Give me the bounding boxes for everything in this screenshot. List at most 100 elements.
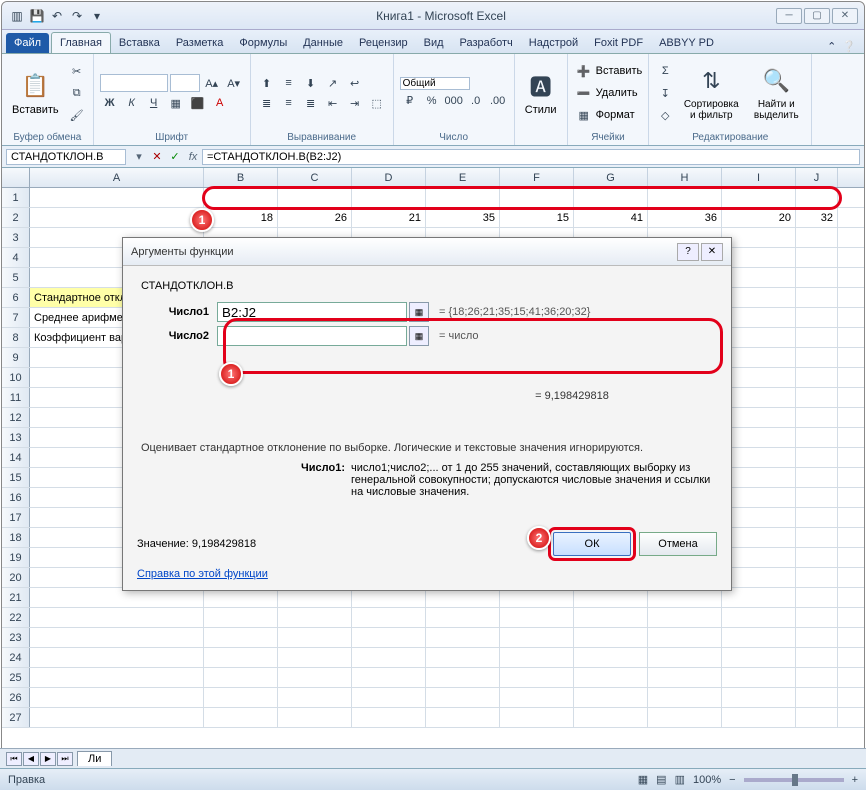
cell[interactable] [796,408,838,427]
cell[interactable] [722,648,796,667]
sheet-nav-next-icon[interactable]: ▶ [40,752,56,766]
row-header[interactable]: 17 [2,508,30,527]
cell[interactable] [722,608,796,627]
cell[interactable] [722,548,796,567]
tab-layout[interactable]: Разметка [168,33,232,53]
cell[interactable] [426,708,500,727]
cell[interactable]: 18 [204,208,278,227]
cell[interactable] [722,408,796,427]
cell[interactable]: 15 [500,208,574,227]
sheet-nav-prev-icon[interactable]: ◀ [23,752,39,766]
increase-indent-icon[interactable]: ⇥ [345,94,365,112]
cell[interactable]: 21 [352,208,426,227]
cell[interactable] [500,628,574,647]
cell[interactable] [796,448,838,467]
cell[interactable] [722,488,796,507]
cell[interactable] [648,648,722,667]
redo-icon[interactable]: ↷ [68,7,86,25]
col-header[interactable]: C [278,168,352,187]
close-button[interactable]: ✕ [832,8,858,24]
row-header[interactable]: 19 [2,548,30,567]
border-icon[interactable]: ▦ [166,94,186,112]
cell[interactable] [426,628,500,647]
autosum-icon[interactable]: Σ [655,62,675,80]
cell[interactable] [796,228,838,247]
row-header[interactable]: 24 [2,648,30,667]
row-header[interactable]: 16 [2,488,30,507]
cell[interactable] [722,628,796,647]
cell[interactable] [352,628,426,647]
view-normal-icon[interactable]: ▦ [638,773,648,786]
cell[interactable] [796,308,838,327]
row-header[interactable]: 8 [2,328,30,347]
row-header[interactable]: 10 [2,368,30,387]
tab-home[interactable]: Главная [51,32,111,53]
cell[interactable] [796,508,838,527]
align-bottom-icon[interactable]: ⬇ [301,74,321,92]
cell[interactable] [796,368,838,387]
cell[interactable] [500,608,574,627]
dialog-close-icon[interactable]: ✕ [701,243,723,261]
format-cells-icon[interactable]: ▦ [574,106,594,124]
cell[interactable] [352,708,426,727]
cell[interactable] [796,668,838,687]
cell[interactable] [426,648,500,667]
cell[interactable] [278,668,352,687]
cell[interactable] [796,188,838,207]
row-header[interactable]: 20 [2,568,30,587]
cell[interactable] [796,268,838,287]
cell[interactable] [648,708,722,727]
cell[interactable] [30,708,204,727]
save-icon[interactable]: 💾 [28,7,46,25]
decrease-font-icon[interactable]: A▾ [224,74,244,92]
cell[interactable] [204,188,278,207]
cancel-formula-icon[interactable]: ✕ [148,150,166,163]
row-header[interactable]: 5 [2,268,30,287]
row-header[interactable]: 27 [2,708,30,727]
cell[interactable] [30,668,204,687]
col-header[interactable]: H [648,168,722,187]
cell[interactable] [796,528,838,547]
cell[interactable] [426,688,500,707]
cell[interactable] [796,608,838,627]
cell[interactable] [352,648,426,667]
cell[interactable] [796,548,838,567]
number-format-combo[interactable]: Общий [400,77,470,90]
maximize-button[interactable]: ▢ [804,8,830,24]
cell[interactable] [278,188,352,207]
cell[interactable] [278,628,352,647]
cell[interactable] [796,328,838,347]
cell[interactable] [574,668,648,687]
underline-icon[interactable]: Ч [144,94,164,112]
cell[interactable] [722,708,796,727]
cell[interactable] [722,448,796,467]
cell[interactable] [30,608,204,627]
align-center-icon[interactable]: ≡ [279,94,299,112]
cell[interactable] [648,668,722,687]
cell[interactable] [204,628,278,647]
zoom-out-icon[interactable]: − [729,774,735,786]
row-header[interactable]: 2 [2,208,30,227]
font-name-combo[interactable] [100,74,168,92]
zoom-in-icon[interactable]: + [852,774,858,786]
cell[interactable] [722,328,796,347]
tab-abbyy[interactable]: ABBYY PD [651,33,722,53]
cell[interactable] [796,468,838,487]
styles-button[interactable]: 🅰 Стили [521,68,561,118]
copy-icon[interactable]: ⧉ [67,83,87,103]
font-size-combo[interactable] [170,74,200,92]
cell[interactable] [796,428,838,447]
delete-cells-icon[interactable]: ➖ [574,84,594,102]
cell[interactable] [500,688,574,707]
cell[interactable] [722,668,796,687]
row-header[interactable]: 6 [2,288,30,307]
cell[interactable] [722,268,796,287]
cell[interactable] [796,588,838,607]
format-painter-icon[interactable]: 🖌 [67,105,87,125]
cell[interactable] [722,348,796,367]
name-box[interactable]: СТАНДОТКЛОН.В [6,149,126,165]
cell[interactable] [722,508,796,527]
namebox-dropdown-icon[interactable]: ▾ [130,150,148,163]
qat-more-icon[interactable]: ▾ [88,7,106,25]
cell[interactable]: 41 [574,208,648,227]
